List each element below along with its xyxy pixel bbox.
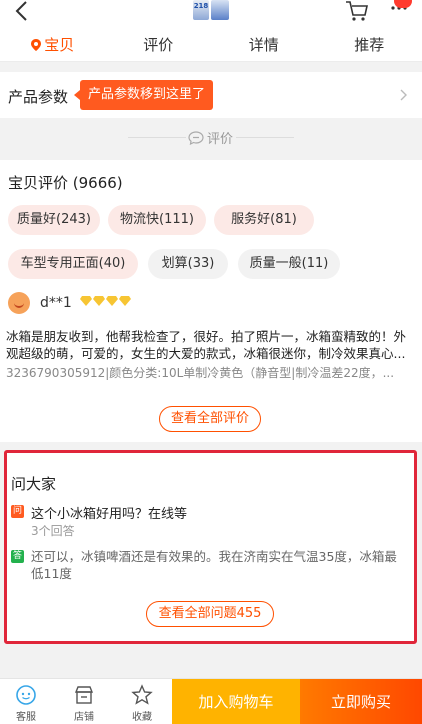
diamond-icon [93, 296, 105, 306]
customer-service-label: 客服 [16, 712, 36, 723]
view-all-reviews-button[interactable]: 查看全部评价 [159, 406, 261, 432]
answer-text: 还可以，冰镇啤酒还是有效果的。我在济南实在气温35度，冰箱最低11度 [31, 549, 397, 581]
section-tabs: 宝贝 评价 详情 推荐 [0, 28, 422, 62]
review-tag[interactable]: 质量好(243) [8, 205, 100, 235]
reviews-title: 宝贝评价 (9666) [8, 174, 123, 192]
product-params-label: 产品参数 [8, 88, 69, 106]
answer-count: 3个回答 [31, 524, 75, 538]
diamond-icon [80, 296, 92, 306]
answer-icon: 答 [11, 550, 24, 563]
review-tag[interactable]: 物流快(111) [108, 205, 206, 235]
back-arrow-icon[interactable] [10, 0, 36, 24]
view-all-questions-button[interactable]: 查看全部问题455 [146, 601, 274, 627]
add-to-cart-button[interactable]: 加入购物车 [172, 679, 300, 724]
diamond-icon [106, 296, 118, 306]
store-label: 店铺 [74, 712, 94, 723]
product-thumb-image [211, 0, 229, 20]
review-tag[interactable]: 车型专用正面(40) [8, 249, 138, 279]
divider-line-left [128, 137, 186, 138]
question-icon: 问 [11, 505, 24, 518]
product-thumbnail[interactable]: 218 [190, 0, 232, 20]
tab-recommend[interactable]: 推荐 [317, 28, 422, 61]
divider-line-right [236, 137, 294, 138]
review-section-divider: 评价 [0, 118, 422, 156]
params-moved-tooltip: 产品参数移到这里了 [73, 80, 214, 110]
tab-details[interactable]: 详情 [211, 28, 317, 61]
review-tag[interactable]: 划算(33) [148, 249, 228, 279]
review-tag[interactable]: 质量一般(11) [238, 249, 340, 279]
bottom-action-bar: 客服 店铺 收藏 加入购物车 立即购买 [0, 678, 422, 724]
top-nav-bar: 218 [0, 0, 422, 28]
diamond-icon [119, 296, 131, 306]
ask-everyone-section: 问大家 问 这个小冰箱好用吗？在线等 3个回答 答 还可以，冰镇啤酒还是有效果的… [4, 450, 417, 644]
qa-title: 问大家 [11, 475, 57, 493]
favorite-button[interactable]: 收藏 [116, 679, 168, 724]
store-button[interactable]: 店铺 [58, 679, 110, 724]
customer-service-button[interactable]: 客服 [0, 679, 52, 724]
buy-now-button[interactable]: 立即购买 [300, 679, 422, 724]
review-sku-info: 3236790305912|颜色分类:10L单制冷黄色（静音型|制冷温差22度，… [6, 366, 395, 380]
review-text: 冰箱是朋友收到，他帮我检查了，很好。拍了照片一，冰箱蛮精致的！外观超级的萌，可爱… [6, 329, 407, 361]
customer-service-icon [16, 685, 36, 705]
tab-reviews[interactable]: 评价 [106, 28, 212, 61]
product-params-row[interactable]: 产品参数 产品参数移到这里了 [0, 72, 422, 118]
comment-bubble-icon [188, 130, 204, 145]
reviews-section: 宝贝评价 (9666) 质量好(243) 物流快(111) 服务好(81) 车型… [0, 160, 422, 442]
favorite-label: 收藏 [132, 712, 152, 723]
reviewer-name: d**1 [40, 295, 72, 311]
tab-item[interactable]: 宝贝 [0, 28, 106, 61]
question-text[interactable]: 这个小冰箱好用吗？在线等 [31, 503, 187, 522]
divider-text: 评价 [207, 132, 234, 147]
tab-item-label: 宝贝 [44, 36, 75, 54]
location-pin-icon [31, 39, 42, 51]
divider-label: 评价 [188, 128, 233, 147]
product-thumb-label: 218 [193, 0, 209, 20]
avatar [8, 292, 30, 314]
star-icon [131, 684, 153, 705]
chevron-right-icon [400, 89, 407, 101]
review-tag[interactable]: 服务好(81) [214, 205, 314, 235]
reviewer-level-badges [80, 296, 131, 306]
cart-icon[interactable] [344, 0, 370, 22]
store-icon [74, 686, 94, 704]
